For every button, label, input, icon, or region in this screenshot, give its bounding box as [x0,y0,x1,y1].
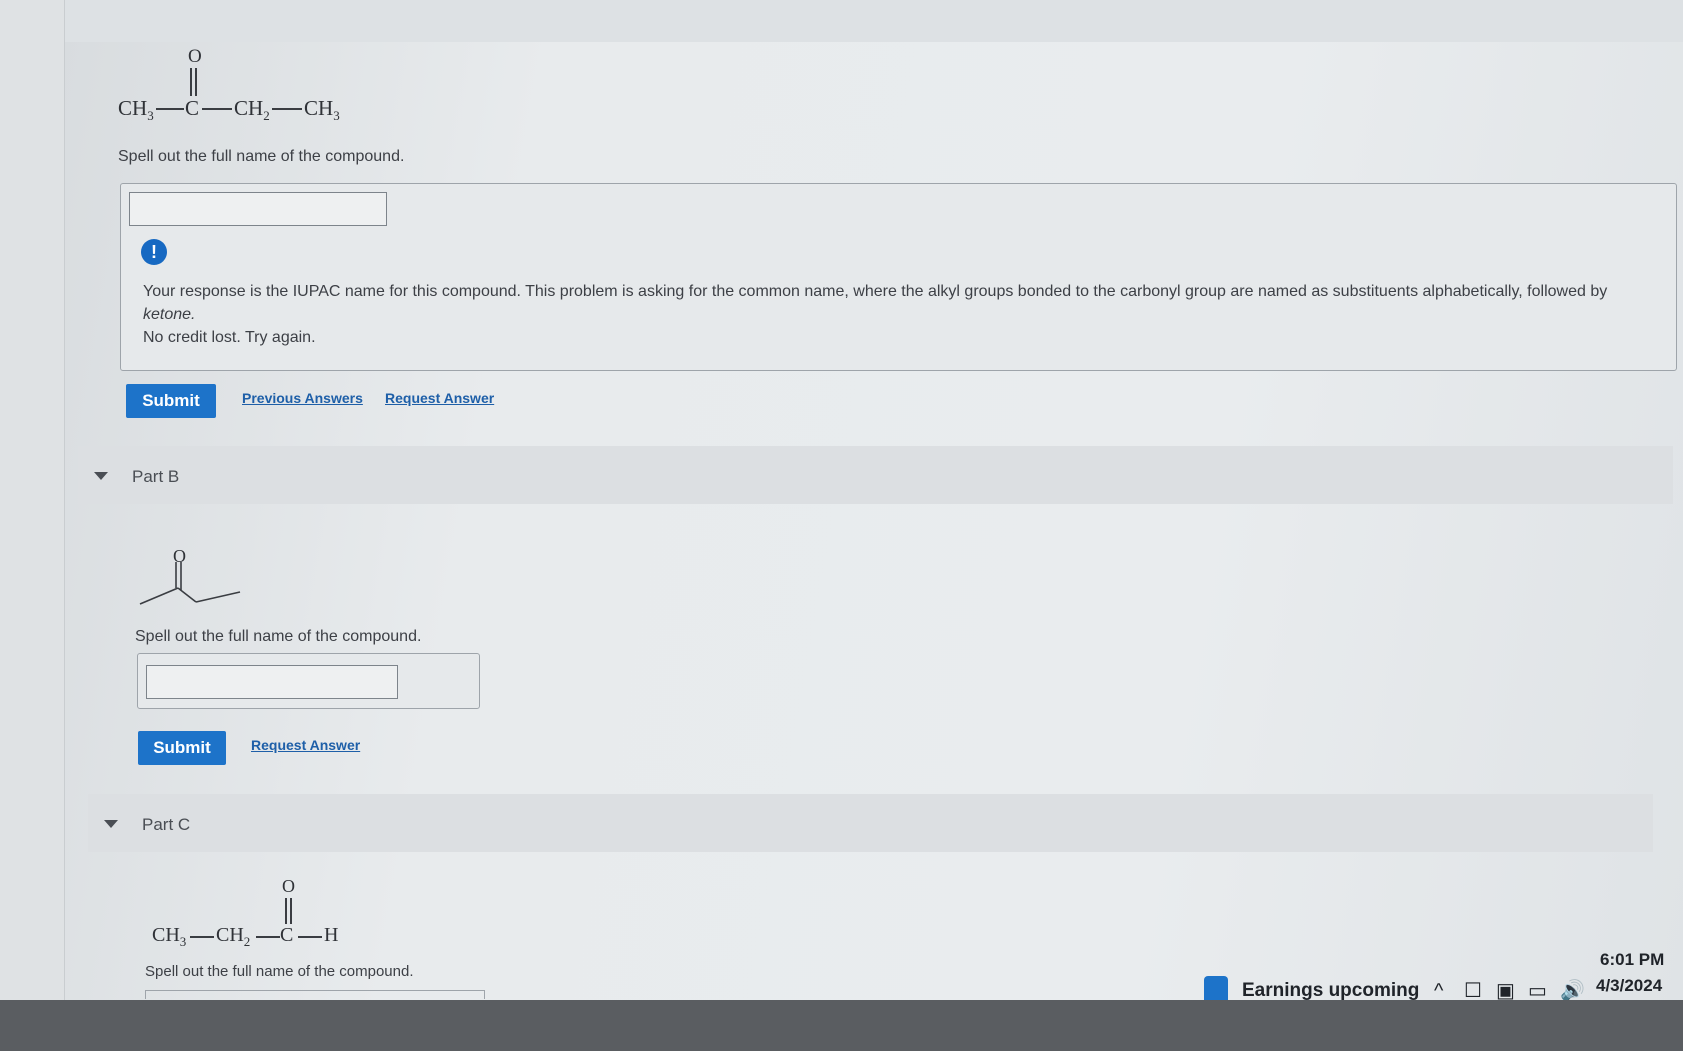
formula-ch2: CH2 [234,96,270,124]
collapse-caret-icon [104,819,118,828]
bond-right [272,108,302,110]
bond-left [156,108,184,110]
taskbar [0,1000,1683,1051]
part-b-label: Part B [132,466,180,486]
feedback-message: Your response is the IUPAC name for this… [143,280,1663,349]
feedback-ketone: ketone. [143,306,196,323]
part-b-skeletal-structure: O [138,546,258,608]
part-a-answer-box: ! Your response is the IUPAC name for th… [120,183,1677,371]
bond-1 [190,936,214,938]
formula-h: H [324,924,339,946]
alert-icon: ! [141,239,167,265]
bond-mid [202,108,232,110]
feedback-no-credit: No credit lost. Try again. [143,329,316,346]
part-a-request-answer-link[interactable]: Request Answer [385,390,494,406]
ketone-oxygen: O [173,546,186,566]
part-a-structural-formula: O CH3 C CH2 CH3 [118,40,358,130]
part-c-answer-box-top-edge [145,990,485,999]
aldehyde-oxygen: O [282,876,295,896]
formula-ch3: CH3 [152,924,187,949]
formula-ch3-right: CH3 [304,96,340,124]
part-c-header[interactable]: Part C [88,794,1653,852]
left-edge [0,0,65,1000]
formula-ch2: CH2 [216,924,251,949]
feedback-text: Your response is the IUPAC name for this… [143,283,1608,300]
carbonyl-oxygen: O [188,46,202,67]
part-c-label: Part C [142,814,191,834]
part-b-request-answer-link[interactable]: Request Answer [251,737,360,753]
bond-3 [298,936,322,938]
clock-date[interactable]: 4/3/2024 [1596,976,1662,996]
double-bond-line-2 [195,68,197,96]
part-b-answer-box [137,653,480,709]
clock-time[interactable]: 6:01 PM [1600,950,1664,970]
double-bond-line-2 [290,898,292,924]
skeletal-formula-svg [139,562,241,605]
formula-ch3-left: CH3 [118,96,154,124]
part-a-prompt: Spell out the full name of the compound. [118,148,405,165]
top-band [60,0,1683,42]
part-a-submit-button[interactable]: Submit [126,384,216,418]
formula-c: C [185,96,200,120]
bond-2 [256,936,280,938]
part-b-header[interactable]: Part B [78,446,1673,504]
part-c-prompt: Spell out the full name of the compound. [145,963,414,980]
part-b-prompt: Spell out the full name of the compound. [135,628,422,645]
previous-answers-link[interactable]: Previous Answers [242,390,363,406]
system-tray: Earnings upcoming ^ ☐ ▣ ▭ 🔊 6:01 PM 4/3/… [1190,930,1683,1006]
collapse-caret-icon [94,471,108,480]
part-a-answer-input[interactable] [129,192,387,226]
part-b-answer-input[interactable] [146,665,398,699]
part-c-structural-formula: O CH3 CH2 C H [152,872,372,952]
part-b-submit-button[interactable]: Submit [138,731,226,765]
double-bond-line-1 [285,898,287,924]
formula-c: C [280,924,294,946]
double-bond-line-1 [190,68,192,96]
news-widget-text[interactable]: Earnings upcoming [1242,980,1419,1002]
